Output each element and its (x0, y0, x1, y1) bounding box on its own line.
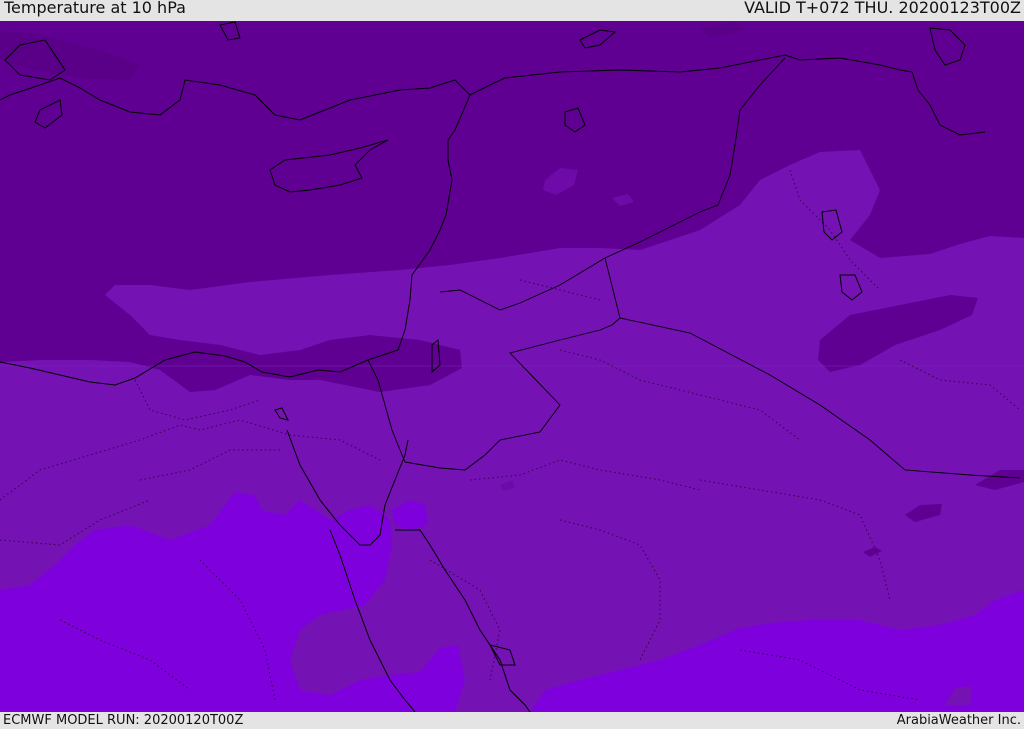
footer-bar: ECMWF MODEL RUN: 20200120T00Z ArabiaWeat… (0, 712, 1024, 729)
weather-map[interactable] (0, 21, 1024, 712)
valid-time-label: VALID T+072 THU. 20200123T00Z (744, 0, 1021, 17)
header-bar: Temperature at 10 hPa VALID T+072 THU. 2… (0, 0, 1024, 21)
model-run-label: ECMWF MODEL RUN: 20200120T00Z (3, 713, 244, 728)
map-title: Temperature at 10 hPa (4, 0, 186, 17)
map-canvas (0, 21, 1024, 712)
credit-label: ArabiaWeather Inc. (896, 713, 1021, 728)
